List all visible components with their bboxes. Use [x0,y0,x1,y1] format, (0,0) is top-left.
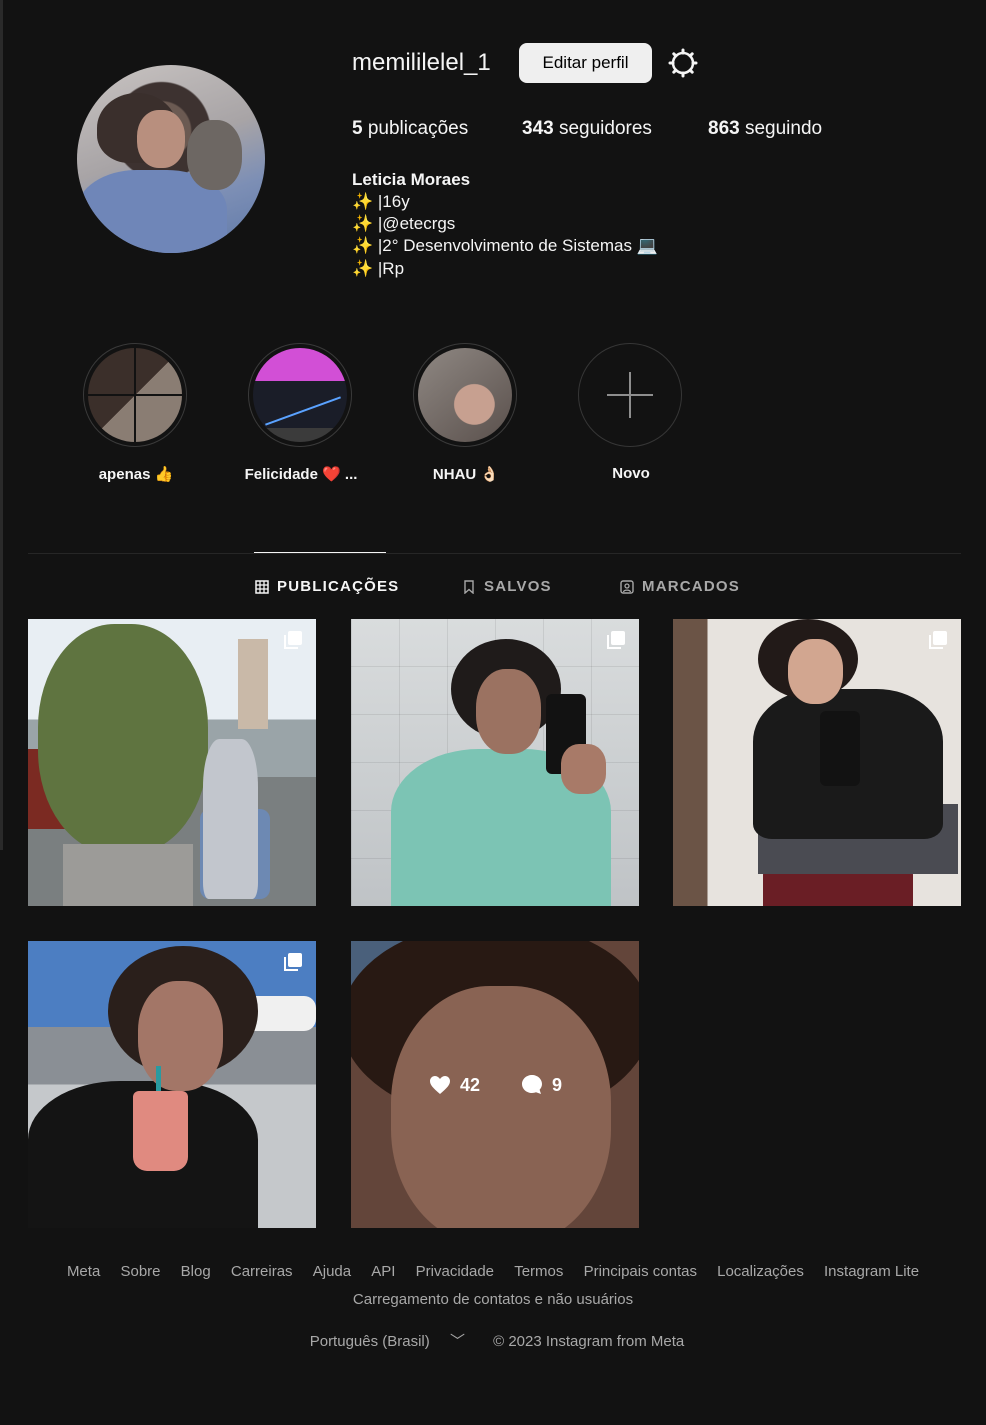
plus-icon [607,372,653,418]
footer-link-ajuda[interactable]: Ajuda [313,1263,351,1280]
tab-label: MARCADOS [642,578,740,595]
settings-gear-icon[interactable] [668,48,698,78]
language-selector[interactable]: Português (Brasil) ﹀ [302,1333,473,1350]
avatar-face [137,110,185,168]
footer-link-carreiras[interactable]: Carreiras [231,1263,293,1280]
post-scene [238,639,268,729]
footer-links-row: Meta Sobre Blog Carreiras Ajuda API Priv… [0,1258,986,1286]
following-label: seguindo [744,118,823,139]
post-scene [788,639,843,704]
carousel-icon [607,631,625,649]
chevron-down-icon: ﹀ [449,1333,465,1350]
highlight-label: NHAU 👌🏻 [432,466,500,483]
profile-full-name: Leticia Moraes [352,170,471,189]
footer-link-termos[interactable]: Termos [514,1263,563,1280]
footer-link-principais-contas[interactable]: Principais contas [584,1263,697,1280]
profile-avatar[interactable] [77,65,265,253]
copyright: © 2023 Instagram from Meta [493,1333,685,1350]
post-scene [38,624,208,854]
footer-link-privacidade[interactable]: Privacidade [416,1263,494,1280]
comment-icon [522,1075,542,1094]
footer-link-instagram-lite[interactable]: Instagram Lite [824,1263,919,1280]
comments-metric: 9 [520,1073,562,1097]
highlight-cover [253,348,347,442]
post-scene [476,669,541,754]
followers-count: 343 [522,118,554,139]
tagged-icon [620,579,634,594]
left-divider [0,0,3,850]
post-scene [203,739,258,899]
bio-line: ✨ |16y [352,192,410,211]
tab-label: PUBLICAÇÕES [277,578,400,595]
grid-icon [255,579,269,594]
post-metrics: 42 9 [351,1073,639,1097]
tab-posts[interactable]: PUBLICAÇÕES [255,578,399,595]
following-count: 863 [708,118,740,139]
highlight-ring [83,343,187,447]
stat-followers[interactable]: 343 seguidores [522,118,652,140]
footer-link-api[interactable]: API [371,1263,395,1280]
post-thumbnail[interactable] [351,619,639,906]
posts-count: 5 [352,118,363,139]
profile-username: memililelel_1 [352,49,491,76]
highlight-ring [413,343,517,447]
bio-line: ✨ |@etecrgs [352,214,456,233]
post-scene [133,1091,188,1171]
footer-bottom: Português (Brasil) ﹀ © 2023 Instagram fr… [0,1330,986,1351]
footer-link-meta[interactable]: Meta [67,1263,100,1280]
highlight-ring [248,343,352,447]
bookmark-icon [464,579,474,594]
post-scene [561,744,606,794]
likes-metric: 42 [428,1073,480,1097]
post-thumbnail[interactable] [28,941,316,1228]
post-thumbnail[interactable] [673,619,961,906]
comments-count: 9 [552,1074,563,1095]
posts-label: publicações [367,118,469,139]
post-scene [820,711,860,786]
highlight-cover [88,348,182,442]
tab-saved[interactable]: SALVOS [462,578,552,595]
highlight-felicidade[interactable]: Felicidade ❤️ ... [245,343,357,483]
active-tab-indicator [254,552,386,553]
post-scene [63,844,193,906]
highlight-new[interactable]: Novo [578,343,684,482]
avatar-cat [187,120,242,190]
tab-tagged[interactable]: MARCADOS [620,578,740,595]
footer-link-blog[interactable]: Blog [181,1263,211,1280]
highlight-label: Felicidade ❤️ ... [244,466,358,483]
highlight-label: Novo [612,465,650,482]
post-thumbnail[interactable] [28,619,316,906]
footer-links: Meta Sobre Blog Carreiras Ajuda API Priv… [0,1258,986,1314]
language-label: Português (Brasil) [309,1333,430,1350]
highlight-nhau[interactable]: NHAU 👌🏻 [413,343,519,483]
highlight-apenas[interactable]: apenas 👍 [83,343,189,483]
footer-link-contacts[interactable]: Carregamento de contatos e não usuários [0,1286,986,1314]
post-thumbnail-hovered[interactable]: 42 9 [351,941,639,1228]
heart-icon [429,1076,450,1094]
bio-line: ✨ |2° Desenvolvimento de Sistemas 💻 [352,236,658,255]
carousel-icon [929,631,947,649]
footer-link-sobre[interactable]: Sobre [120,1263,160,1280]
highlight-cover [418,348,512,442]
post-scene [138,981,223,1091]
edit-profile-button[interactable]: Editar perfil [519,43,652,83]
followers-label: seguidores [558,118,652,139]
bio-line: ✨ |Rp [352,259,405,278]
carousel-icon [284,631,302,649]
tab-label: SALVOS [484,578,552,595]
stat-following[interactable]: 863 seguindo [708,118,822,140]
footer-link-localizacoes[interactable]: Localizações [717,1263,804,1280]
tabs-divider [28,553,961,554]
stat-posts: 5 publicações [352,118,468,140]
carousel-icon [284,953,302,971]
highlight-label: apenas 👍 [98,466,174,483]
highlight-ring [578,343,682,447]
likes-count: 42 [459,1074,480,1095]
